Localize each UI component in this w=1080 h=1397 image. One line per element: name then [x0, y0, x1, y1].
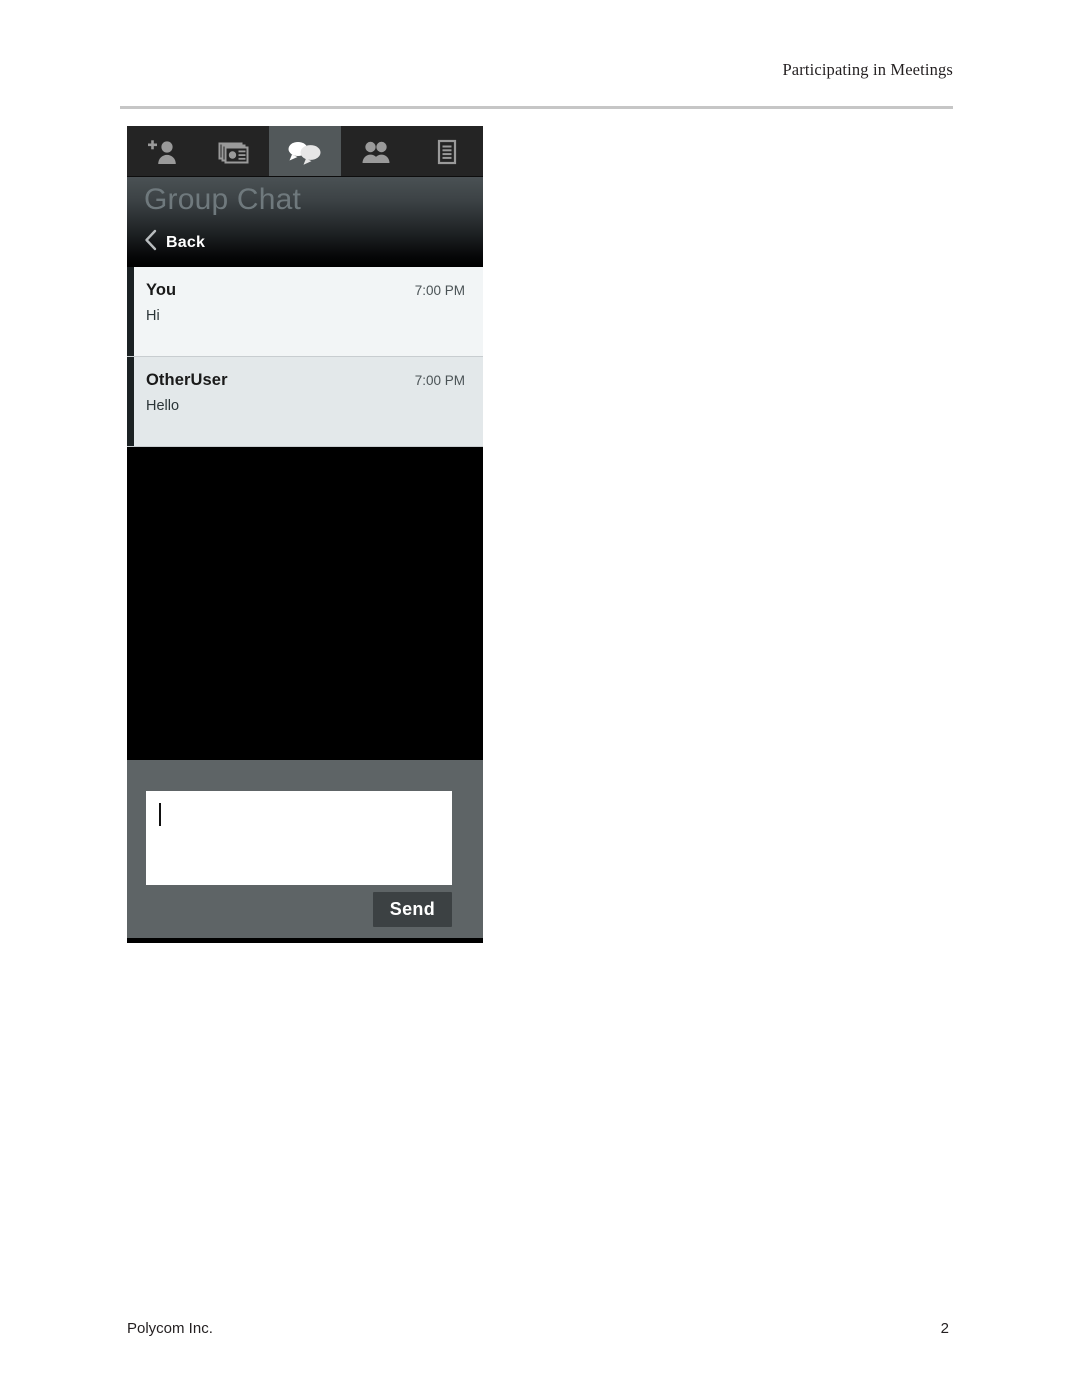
message-input[interactable]: [146, 791, 452, 885]
tab-participants[interactable]: [341, 126, 412, 177]
header-divider: [120, 106, 953, 109]
tab-notes[interactable]: [412, 126, 483, 177]
chat-message-row[interactable]: OtherUser 7:00 PM Hello: [127, 357, 483, 447]
chat-empty-area: [127, 447, 483, 760]
text-caret: [159, 803, 161, 826]
back-button[interactable]: Back: [144, 229, 205, 256]
people-icon: [359, 139, 393, 165]
message-author: OtherUser: [146, 371, 228, 389]
message-text: Hello: [146, 398, 180, 414]
page-footer: Polycom Inc. 2: [127, 1320, 949, 1337]
message-timestamp: 7:00 PM: [414, 283, 465, 298]
app-toolbar: [127, 126, 483, 177]
chat-composer: Send: [127, 760, 483, 938]
footer-page-number: 2: [940, 1320, 949, 1337]
back-button-label: Back: [166, 233, 206, 251]
page-title: Group Chat: [144, 183, 302, 216]
message-text: Hi: [146, 308, 160, 324]
add-person-icon: [146, 139, 180, 165]
tab-chat[interactable]: [269, 126, 341, 177]
content-slides-icon: [217, 139, 251, 165]
chat-header: Group Chat Back: [127, 177, 483, 267]
send-button-container: Send: [372, 892, 452, 927]
list-document-icon: [433, 138, 461, 166]
footer-company: Polycom Inc.: [127, 1320, 213, 1337]
running-header: Participating in Meetings: [782, 60, 953, 79]
message-timestamp: 7:00 PM: [414, 373, 465, 388]
chat-message-row[interactable]: You 7:00 PM Hi: [127, 267, 483, 357]
tab-add-participant[interactable]: [127, 126, 198, 177]
chat-bubbles-icon: [286, 139, 324, 165]
chat-message-list[interactable]: You 7:00 PM Hi OtherUser 7:00 PM Hello: [127, 267, 483, 760]
message-author: You: [146, 281, 177, 299]
send-button[interactable]: Send: [372, 892, 452, 927]
chevron-left-icon: [144, 229, 157, 256]
tab-content-share[interactable]: [198, 126, 269, 177]
app-screenshot-panel: Group Chat Back You 7:00 PM Hi OtherUser…: [127, 126, 483, 943]
